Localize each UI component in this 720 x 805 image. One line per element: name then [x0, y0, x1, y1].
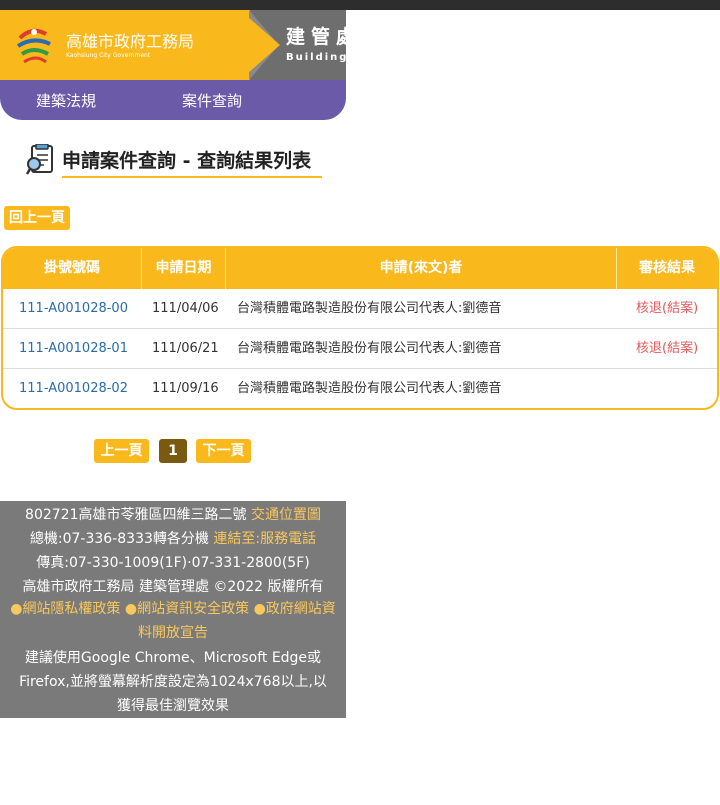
column-header-result: 審核結果 — [639, 260, 695, 276]
system-top-bar — [0, 0, 720, 10]
review-result: 核退(結案) — [636, 301, 699, 316]
applicant-name: 台灣積體電路製造股份有限公司代表人:劉德音 — [237, 341, 502, 356]
review-result: 核退(結案) — [636, 341, 699, 356]
application-date: 111/04/06 — [152, 301, 219, 316]
current-page-indicator[interactable]: 1 — [159, 439, 187, 463]
bullet-icon: ● — [10, 601, 23, 617]
title-underline — [62, 176, 322, 178]
footer-policy-line-2: 料開放宣告 — [0, 623, 346, 643]
table-row: 111-A001028-02 111/09/16 台灣積體電路製造股份有限公司代… — [3, 369, 717, 408]
table-row: 111-A001028-00 111/04/06 台灣積體電路製造股份有限公司代… — [3, 289, 717, 329]
footer-fax: 傳真:07-330-1009(1F)·07-331-2800(5F) — [36, 555, 310, 571]
service-phone-link[interactable]: 連結至:服務電話 — [213, 531, 316, 547]
bullet-icon: ● — [253, 601, 266, 617]
case-number-link[interactable]: 111-A001028-01 — [19, 329, 128, 369]
security-policy-link[interactable]: 網站資訊安全政策 — [137, 601, 249, 617]
applicant-name: 台灣積體電路製造股份有限公司代表人:劉德音 — [237, 301, 502, 316]
site-header: 高雄市政府工務局 Kaohsiung City Government 建管處 B… — [0, 10, 346, 120]
results-table: 掛號號碼 申請日期 申請(來文)者 審核結果 111-A001028-00 11… — [1, 246, 719, 410]
footer-browser-note-1: 建議使用Google Chrome、Microsoft Edge或 — [24, 650, 322, 666]
dept-name-english: Buildings — [286, 52, 346, 63]
application-date: 111/09/16 — [152, 381, 219, 396]
case-number-link[interactable]: 111-A001028-00 — [19, 289, 128, 329]
open-data-link-cont[interactable]: 料開放宣告 — [138, 625, 208, 641]
kaohsiung-logo-icon[interactable] — [12, 24, 56, 68]
nav-case-inquiry[interactable]: 案件查詢 — [182, 90, 242, 111]
back-button[interactable]: 回上一頁 — [4, 206, 70, 230]
footer-policy-line: ●網站隱私權政策 ●網站資訊安全政策 ●政府網站資 — [0, 599, 346, 619]
footer-browser-note-3: 獲得最佳瀏覽效果 — [117, 698, 229, 714]
case-number-link[interactable]: 111-A001028-02 — [19, 369, 128, 408]
footer-phone: 總機:07-336-8333轉各分機 — [29, 531, 209, 547]
header-chevron — [240, 10, 280, 80]
column-header-case-no: 掛號號碼 — [44, 260, 100, 276]
footer-copyright: 高雄市政府工務局 建築管理處 ©2022 版權所有 — [22, 579, 324, 595]
table-header: 掛號號碼 申請日期 申請(來文)者 審核結果 — [3, 248, 717, 289]
nav-building-regulations[interactable]: 建築法規 — [36, 90, 96, 111]
privacy-policy-link[interactable]: 網站隱私權政策 — [22, 601, 120, 617]
column-header-date: 申請日期 — [155, 260, 212, 276]
footer-address: 802721高雄市苓雅區四維三路二號 — [25, 507, 247, 523]
page-title: 申請案件查詢 - 查詢結果列表 — [62, 150, 312, 172]
org-name-english: Kaohsiung City Government — [66, 52, 151, 59]
footer-browser-note-2: Firefox,並將螢幕解析度設定為1024x768以上,以 — [19, 674, 327, 690]
map-link[interactable]: 交通位置圖 — [251, 507, 321, 523]
application-date: 111/06/21 — [152, 341, 219, 356]
prev-page-button[interactable]: 上一頁 — [94, 439, 149, 463]
column-header-applicant: 申請(來文)者 — [379, 260, 463, 276]
document-search-icon — [26, 144, 53, 175]
next-page-button[interactable]: 下一頁 — [196, 439, 251, 463]
dept-name-chinese[interactable]: 建管處 — [286, 22, 346, 49]
org-name-chinese[interactable]: 高雄市政府工務局 — [66, 28, 194, 52]
table-row: 111-A001028-01 111/06/21 台灣積體電路製造股份有限公司代… — [3, 329, 717, 369]
open-data-link[interactable]: 政府網站資 — [266, 601, 336, 617]
site-footer: 802721高雄市苓雅區四維三路二號 交通位置圖 總機:07-336-8333轉… — [0, 501, 346, 718]
bullet-icon: ● — [124, 601, 138, 617]
footer-phone-line: 總機:07-336-8333轉各分機 連結至:服務電話 — [0, 529, 346, 549]
applicant-name: 台灣積體電路製造股份有限公司代表人:劉德音 — [237, 381, 502, 396]
footer-address-line: 802721高雄市苓雅區四維三路二號 交通位置圖 — [0, 505, 346, 525]
